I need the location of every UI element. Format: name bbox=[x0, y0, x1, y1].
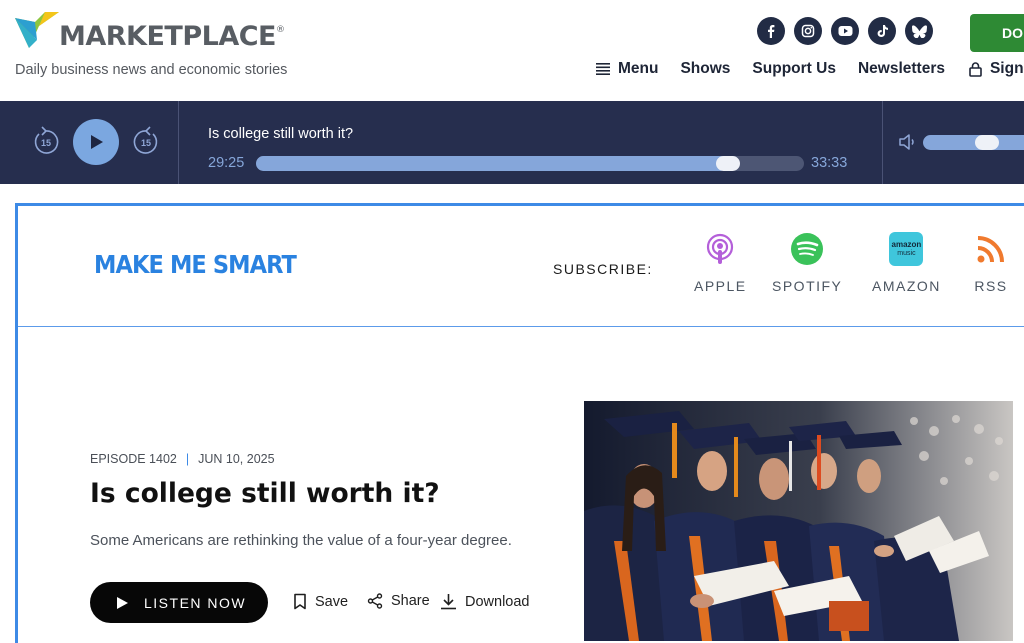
play-icon bbox=[91, 135, 103, 149]
subscribe-apple[interactable]: APPLE bbox=[694, 232, 747, 294]
meta-divider: | bbox=[185, 452, 190, 466]
rewind-15-icon: 15 bbox=[34, 126, 59, 154]
apple-podcasts-icon bbox=[707, 233, 734, 264]
instagram-icon[interactable] bbox=[794, 17, 822, 45]
volume-slider[interactable] bbox=[923, 135, 1024, 150]
listen-now-button[interactable]: LISTEN NOW bbox=[90, 582, 268, 623]
episode-card: MAKE ME SMART SUBSCRIBE: APPLE SPOTIFY a… bbox=[15, 203, 1024, 643]
forward-15-icon: 15 bbox=[133, 126, 158, 154]
volume-icon[interactable] bbox=[899, 134, 917, 150]
main-nav: Menu Shows Support Us Newsletters Sign bbox=[596, 60, 1024, 78]
marketplace-logo-icon[interactable] bbox=[15, 12, 59, 50]
episode-image bbox=[584, 401, 1013, 641]
nav-item-shows[interactable]: Shows bbox=[680, 60, 730, 78]
subscribe-spotify-label: SPOTIFY bbox=[772, 278, 843, 294]
hamburger-icon bbox=[596, 63, 610, 75]
subscribe-spotify[interactable]: SPOTIFY bbox=[772, 232, 842, 294]
amazon-music-icon: amazon music bbox=[889, 232, 924, 266]
save-label: Save bbox=[315, 593, 349, 610]
download-button[interactable]: Download bbox=[440, 593, 530, 610]
rss-icon bbox=[977, 236, 1004, 263]
episode-date: JUN 10, 2025 bbox=[198, 452, 275, 466]
subscribe-apple-label: APPLE bbox=[694, 278, 747, 294]
progress-handle[interactable] bbox=[716, 156, 740, 171]
save-button[interactable]: Save bbox=[293, 593, 348, 610]
share-button[interactable]: Share bbox=[367, 593, 430, 609]
elapsed-time: 29:25 bbox=[208, 155, 245, 171]
audio-player: 15 15 Is college still worth it? 29:25 3… bbox=[0, 101, 1024, 184]
nav-item-support-us[interactable]: Support Us bbox=[752, 60, 836, 78]
total-time: 33:33 bbox=[811, 155, 848, 171]
show-header: MAKE ME SMART SUBSCRIBE: APPLE SPOTIFY a… bbox=[18, 206, 1024, 327]
rewind-seconds: 15 bbox=[41, 138, 51, 148]
nav-item-newsletters[interactable]: Newsletters bbox=[858, 60, 945, 78]
subscribe-rss[interactable]: RSS bbox=[974, 232, 1008, 294]
facebook-icon[interactable] bbox=[757, 17, 785, 45]
subscribe-amazon-label: AMAZON bbox=[872, 278, 941, 294]
tiktok-icon[interactable] bbox=[868, 17, 896, 45]
sign-in-link[interactable]: Sign bbox=[969, 60, 1024, 78]
volume-control bbox=[882, 101, 1024, 184]
subscribe-rss-label: RSS bbox=[974, 278, 1008, 294]
youtube-icon[interactable] bbox=[831, 17, 859, 45]
episode-meta: EPISODE 1402 | JUN 10, 2025 bbox=[90, 452, 275, 466]
bluesky-icon[interactable] bbox=[905, 17, 933, 45]
progress-fill bbox=[256, 156, 728, 171]
volume-handle[interactable] bbox=[975, 135, 999, 150]
bookmark-icon bbox=[294, 593, 306, 610]
progress-slider[interactable] bbox=[256, 156, 804, 171]
subscribe-label: SUBSCRIBE: bbox=[553, 261, 653, 277]
episode-number: EPISODE 1402 bbox=[90, 452, 177, 466]
amazon-badge-line1: amazon bbox=[891, 240, 922, 249]
rewind-15-button[interactable]: 15 bbox=[32, 125, 60, 157]
forward-15-button[interactable]: 15 bbox=[132, 125, 160, 157]
download-icon bbox=[441, 594, 456, 610]
share-icon bbox=[367, 593, 383, 609]
spotify-icon bbox=[791, 233, 824, 265]
tagline: Daily business news and economic stories bbox=[15, 62, 288, 78]
share-label: Share bbox=[391, 593, 430, 609]
episode-description: Some Americans are rethinking the value … bbox=[90, 532, 512, 549]
sign-in-label: Sign bbox=[989, 60, 1024, 77]
player-episode-title: Is college still worth it? bbox=[208, 126, 354, 142]
player-controls: 15 15 bbox=[0, 101, 179, 184]
play-button[interactable] bbox=[73, 119, 119, 165]
download-label: Download bbox=[465, 593, 530, 610]
forward-seconds: 15 bbox=[141, 138, 151, 148]
menu-label: Menu bbox=[618, 60, 659, 77]
site-header: MARKETPLACE® Daily business news and eco… bbox=[0, 0, 1024, 101]
social-links bbox=[757, 17, 933, 45]
menu-button[interactable]: Menu bbox=[596, 60, 658, 78]
play-icon bbox=[117, 596, 128, 609]
brand-wordmark[interactable]: MARKETPLACE® bbox=[59, 21, 285, 52]
registered-mark: ® bbox=[276, 25, 285, 35]
show-logo[interactable]: MAKE ME SMART bbox=[94, 250, 297, 279]
listen-now-label: LISTEN NOW bbox=[144, 594, 247, 611]
donate-button[interactable]: DO bbox=[970, 14, 1024, 52]
amazon-badge-line2: music bbox=[897, 250, 916, 257]
episode-title: Is college still worth it? bbox=[90, 478, 440, 509]
subscribe-amazon[interactable]: amazon music AMAZON bbox=[872, 232, 941, 294]
lock-icon bbox=[969, 61, 982, 77]
